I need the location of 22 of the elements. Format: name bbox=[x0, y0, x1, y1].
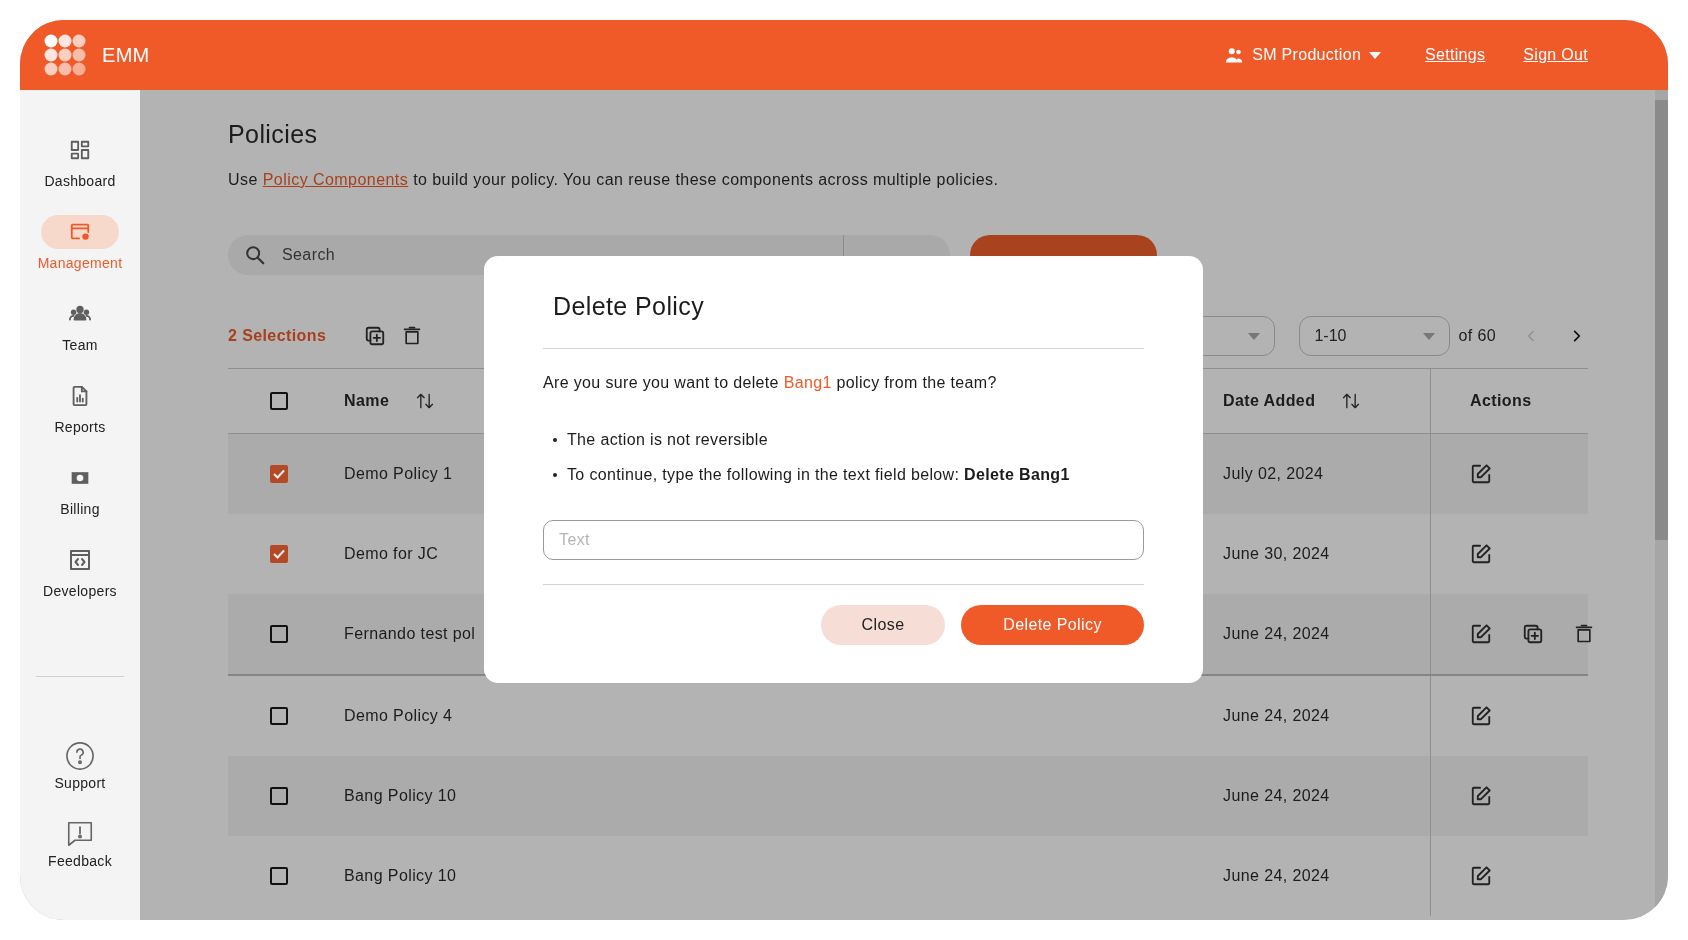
dialog-note: To continue, type the following in the text field below: Delete Bang1 bbox=[567, 465, 1070, 485]
table-cell: Bang Policy 10 bbox=[344, 867, 457, 885]
app-name: EMM bbox=[102, 43, 150, 67]
table-cell: Fernando test pol bbox=[344, 625, 476, 643]
table-cell: June 30, 2024 bbox=[1223, 545, 1330, 563]
table-cell: Demo Policy 1 bbox=[344, 465, 453, 483]
table-cell: July 02, 2024 bbox=[1223, 465, 1324, 483]
selection-count: 2 Selections bbox=[228, 327, 327, 345]
table-cell: June 24, 2024 bbox=[1223, 625, 1330, 643]
dialog-title: Delete Policy bbox=[553, 291, 706, 322]
page-title: Policies bbox=[228, 119, 319, 150]
table-cell: June 24, 2024 bbox=[1223, 867, 1330, 885]
column-header: Actions bbox=[1470, 392, 1532, 410]
table-cell: Demo Policy 4 bbox=[344, 707, 453, 725]
page-description: Use Policy Components to build your policy. You can reuse these components across multiple policies. bbox=[228, 170, 1000, 190]
page-total: of 60 bbox=[1458, 327, 1496, 345]
table-cell: Demo for JC bbox=[344, 545, 439, 563]
dialog-note: The action is not reversible bbox=[567, 430, 768, 450]
table-cell: June 24, 2024 bbox=[1223, 707, 1330, 725]
table-cell: June 24, 2024 bbox=[1223, 787, 1330, 805]
table-cell: Bang Policy 10 bbox=[344, 787, 457, 805]
dialog-message: Are you sure you want to delete Bang1 policy from the team? bbox=[543, 373, 998, 393]
